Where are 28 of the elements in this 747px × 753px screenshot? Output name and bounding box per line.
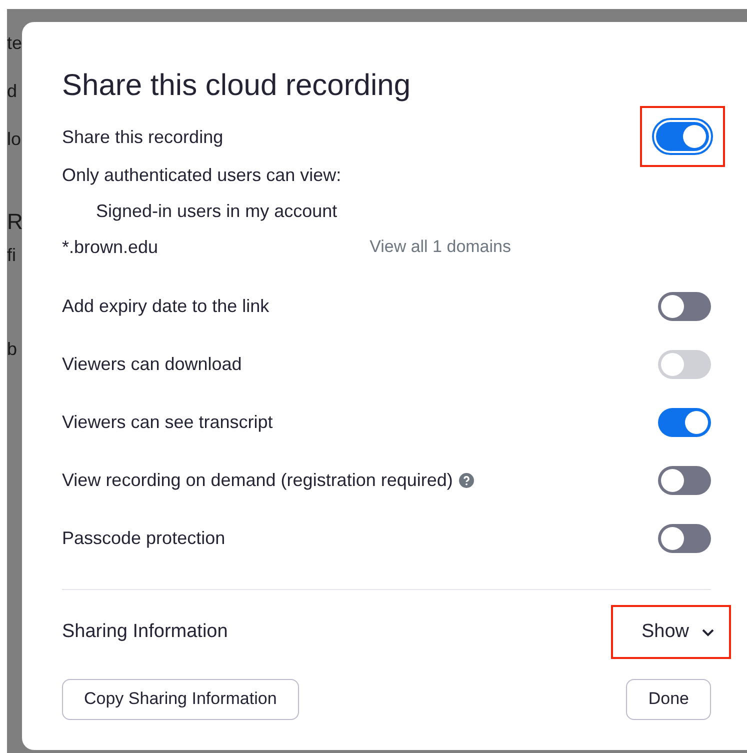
option-label: Viewers can see transcript — [62, 411, 273, 433]
toggle-switch[interactable] — [658, 524, 711, 552]
show-dropdown[interactable]: Show — [611, 605, 731, 659]
background-text: lo — [7, 129, 22, 150]
sharing-info-label: Sharing Information — [62, 621, 228, 643]
domain-text: *.brown.edu — [62, 236, 158, 258]
help-icon[interactable] — [458, 472, 474, 488]
chevron-icon — [701, 628, 715, 636]
background-text: R — [7, 209, 23, 235]
background-text: d — [7, 81, 18, 102]
auth-label: Only authenticated users can view: — [62, 164, 342, 186]
dialog-title: Share this cloud recording — [62, 68, 412, 104]
share-label: Share this recording — [62, 126, 224, 148]
view-domains-link[interactable]: View all 1 domains — [370, 237, 511, 257]
toggle-switch[interactable] — [658, 408, 711, 436]
option-label: Add expiry date to the link — [62, 295, 270, 317]
option-label: Viewers can download — [62, 353, 242, 375]
option-label: View recording on demand (registration required) — [62, 469, 453, 491]
background-text: b — [7, 339, 18, 360]
done-button[interactable]: Done — [626, 678, 711, 720]
background-text: te — [7, 33, 22, 54]
toggle-switch[interactable] — [658, 466, 711, 494]
copy-button[interactable]: Copy Sharing Information — [62, 678, 299, 720]
background-text: fi — [7, 245, 16, 266]
toggle-switch[interactable] — [658, 292, 711, 320]
auth-option: Signed-in users in my account — [62, 200, 338, 222]
toggle-switch[interactable] — [656, 122, 709, 151]
option-label: Passcode protection — [62, 527, 226, 549]
